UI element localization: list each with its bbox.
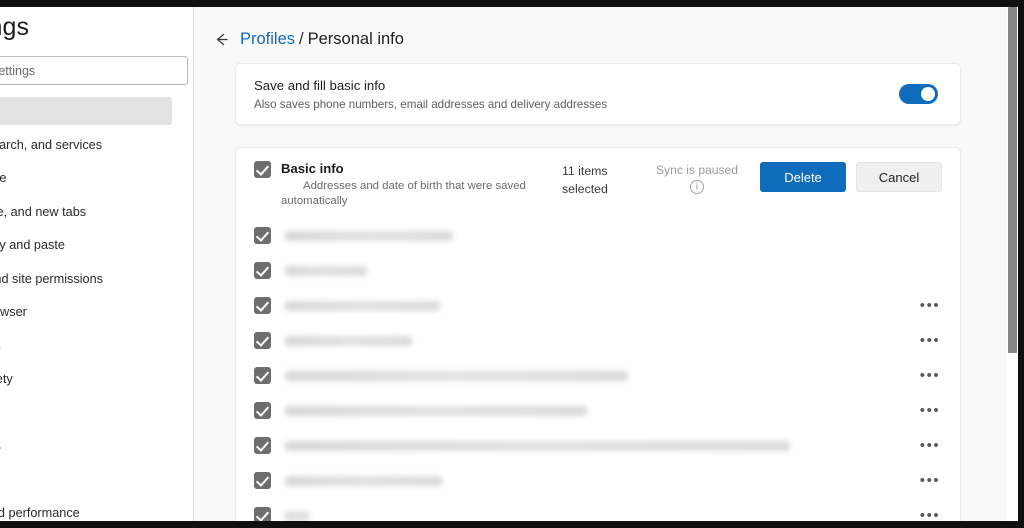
row-checkbox[interactable] bbox=[254, 507, 271, 521]
sidebar-item-label: Privacy, search, and services bbox=[0, 137, 103, 152]
sidebar-item-label: Cookies and site permissions bbox=[0, 271, 104, 286]
sidebar-item-side-bar[interactable]: Side bar bbox=[0, 399, 172, 427]
table-row[interactable] bbox=[254, 218, 942, 253]
table-row[interactable]: ••• bbox=[254, 428, 942, 463]
sidebar-item-downloads[interactable]: Downloads bbox=[0, 332, 172, 360]
settings-content: Profiles / Personal info Save and fill b… bbox=[194, 7, 1018, 521]
sidebar-item-label: Share, copy and paste bbox=[0, 238, 65, 252]
basic-info-header: Basic info Addresses and date of birth t… bbox=[236, 148, 960, 218]
row-checkbox[interactable] bbox=[254, 332, 271, 349]
selected-count-line1: 11 items bbox=[562, 164, 608, 178]
sidebar-item-start-home-newtabs[interactable]: Start, home, and new tabs bbox=[0, 198, 172, 226]
row-checkbox[interactable] bbox=[254, 367, 271, 384]
select-all-checkbox[interactable] bbox=[254, 161, 271, 178]
row-more-options-icon[interactable]: ••• bbox=[918, 298, 942, 313]
row-value-redacted bbox=[285, 335, 412, 346]
row-checkbox[interactable] bbox=[254, 437, 271, 454]
row-checkbox[interactable] bbox=[254, 227, 271, 244]
row-checkbox[interactable] bbox=[254, 472, 271, 489]
row-more-options-icon[interactable]: ••• bbox=[918, 368, 942, 383]
table-row[interactable] bbox=[254, 253, 942, 288]
selected-count-line2: selected bbox=[562, 181, 608, 196]
toggle-knob bbox=[921, 87, 935, 101]
search-container bbox=[0, 42, 193, 85]
window-frame-top bbox=[0, 0, 1024, 7]
sync-status-text: Sync is paused bbox=[655, 163, 739, 177]
table-row[interactable]: ••• bbox=[254, 463, 942, 498]
window-frame-right bbox=[1018, 0, 1024, 528]
sidebar-item-system-performance[interactable]: System and performance bbox=[0, 499, 172, 521]
row-value-redacted bbox=[285, 265, 367, 276]
settings-window: Settings Profiles Privacy, search, and s… bbox=[0, 7, 1018, 521]
sidebar-item-profiles[interactable]: Profiles bbox=[0, 97, 172, 125]
save-and-fill-toggle[interactable] bbox=[899, 84, 938, 104]
sidebar-item-label: Languages bbox=[0, 439, 1, 453]
basic-info-card: Basic info Addresses and date of birth t… bbox=[235, 147, 961, 521]
table-row[interactable]: ••• bbox=[254, 393, 942, 428]
row-value-redacted bbox=[285, 440, 790, 451]
sidebar-item-default-browser[interactable]: Default browser bbox=[0, 298, 172, 326]
page-title: Settings bbox=[0, 13, 30, 41]
row-checkbox[interactable] bbox=[254, 262, 271, 279]
table-row[interactable]: ••• bbox=[254, 288, 942, 323]
delete-button[interactable]: Delete bbox=[760, 162, 846, 192]
basic-info-title: Basic info bbox=[281, 161, 344, 176]
row-checkbox[interactable] bbox=[254, 297, 271, 314]
sidebar-item-share-copy-paste[interactable]: Share, copy and paste bbox=[0, 231, 172, 259]
row-value-redacted bbox=[285, 370, 628, 381]
header-actions: Delete Cancel bbox=[760, 161, 942, 192]
save-and-fill-title: Save and fill basic info bbox=[254, 77, 386, 93]
breadcrumb-separator: / bbox=[299, 29, 304, 48]
window-frame-bottom bbox=[0, 521, 1024, 528]
save-and-fill-card: Save and fill basic info Also saves phon… bbox=[235, 63, 961, 125]
back-arrow-icon[interactable] bbox=[211, 29, 231, 49]
row-value-redacted bbox=[285, 300, 440, 311]
row-value-redacted bbox=[285, 230, 453, 241]
row-value-redacted bbox=[285, 510, 309, 521]
info-icon[interactable]: i bbox=[690, 180, 704, 194]
sidebar-item-label: Family safety bbox=[0, 372, 13, 386]
breadcrumb-current: Personal info bbox=[307, 29, 404, 48]
sidebar-item-label: Appearance bbox=[0, 171, 7, 185]
breadcrumb-parent-link[interactable]: Profiles bbox=[240, 30, 295, 49]
sidebar-item-label: System and performance bbox=[0, 506, 80, 520]
search-input[interactable] bbox=[0, 56, 188, 85]
settings-sidebar: Settings Profiles Privacy, search, and s… bbox=[0, 7, 194, 521]
row-checkbox[interactable] bbox=[254, 402, 271, 419]
sidebar-item-printers[interactable]: Printers bbox=[0, 466, 172, 494]
sidebar-item-privacy[interactable]: Privacy, search, and services bbox=[0, 131, 172, 159]
save-and-fill-subtitle: Also saves phone numbers, email addresse… bbox=[254, 97, 608, 111]
sidebar-nav: Profiles Privacy, search, and services A… bbox=[0, 97, 193, 521]
sidebar-item-cookies-permissions[interactable]: Cookies and site permissions bbox=[0, 265, 172, 293]
row-value-redacted bbox=[285, 475, 442, 486]
table-row[interactable]: ••• bbox=[254, 323, 942, 358]
row-more-options-icon[interactable]: ••• bbox=[918, 403, 942, 418]
cancel-button[interactable]: Cancel bbox=[856, 162, 942, 192]
basic-info-subtitle: Addresses and date of birth that were sa… bbox=[281, 180, 526, 208]
breadcrumb: Profiles / Personal info bbox=[194, 7, 1018, 55]
row-more-options-icon[interactable]: ••• bbox=[918, 508, 942, 522]
row-more-options-icon[interactable]: ••• bbox=[918, 473, 942, 488]
row-more-options-icon[interactable]: ••• bbox=[918, 438, 942, 453]
sidebar-item-appearance[interactable]: Appearance bbox=[0, 164, 172, 192]
sidebar-item-label: Default browser bbox=[0, 305, 27, 319]
table-row[interactable]: ••• bbox=[254, 498, 942, 521]
row-more-options-icon[interactable]: ••• bbox=[918, 333, 942, 348]
sidebar-item-languages[interactable]: Languages bbox=[0, 432, 172, 460]
sidebar-item-label: Downloads bbox=[0, 339, 1, 353]
basic-info-rows: ••• ••• ••• ••• ••• ••• ••• bbox=[236, 218, 960, 521]
row-value-redacted bbox=[285, 405, 587, 416]
sidebar-item-label: Start, home, and new tabs bbox=[0, 204, 87, 219]
scrollbar-thumb[interactable] bbox=[1008, 7, 1017, 353]
table-row[interactable]: ••• bbox=[254, 358, 942, 393]
selected-count: 11 items selected bbox=[562, 161, 634, 199]
sidebar-item-family-safety[interactable]: Family safety bbox=[0, 365, 172, 393]
window-scrollbar[interactable] bbox=[1007, 7, 1018, 521]
sync-status-group: Sync is paused i bbox=[634, 161, 760, 194]
